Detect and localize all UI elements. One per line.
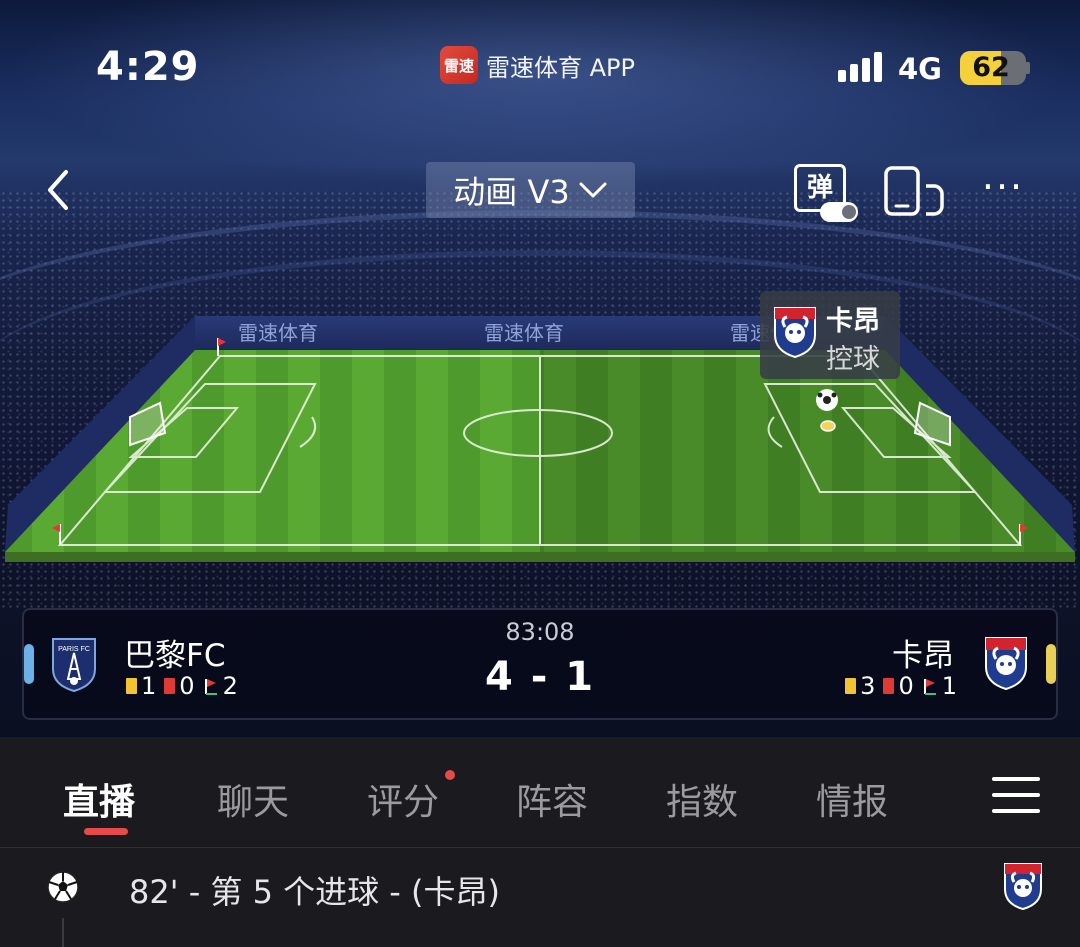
- battery-icon: 62: [960, 51, 1026, 85]
- soccer-ball-icon: [47, 871, 79, 903]
- animation-mode-select[interactable]: 动画 V3: [426, 162, 635, 218]
- chevron-left-icon[interactable]: [42, 168, 82, 212]
- home-team-name[interactable]: 巴黎FC: [124, 630, 225, 675]
- animation-mode-label: 动画 V3: [453, 173, 570, 211]
- caen-crest-icon[interactable]: [983, 635, 1029, 691]
- danmu-toggle-button[interactable]: 弹: [794, 164, 860, 222]
- away-color-marker: [1046, 644, 1056, 684]
- more-options-icon[interactable]: ···: [976, 168, 1030, 212]
- tab-chat[interactable]: 聊天: [217, 773, 289, 825]
- tab-live[interactable]: 直播: [63, 773, 135, 825]
- battery-cap: [1026, 62, 1030, 74]
- match-clock: 83:08: [505, 618, 575, 646]
- hamburger-menu-icon[interactable]: [992, 775, 1040, 815]
- away-team-stats: 3 0 1: [845, 672, 957, 700]
- tab-lineup[interactable]: 阵容: [516, 773, 588, 825]
- away-red-count: 0: [898, 672, 914, 700]
- tab-bar: 直播 聊天 评分 阵容 指数 情报: [0, 737, 1080, 847]
- app-badge: 雷速 雷速体育 APP: [440, 46, 635, 84]
- battery-level: 62: [972, 52, 1010, 83]
- board-text-2: 雷速体育: [484, 322, 564, 345]
- board-text-1: 雷速体育: [238, 322, 318, 345]
- status-time: 4:29: [96, 44, 200, 90]
- app-logo-icon: 雷速: [440, 46, 478, 84]
- app-name: 雷速体育 APP: [486, 53, 635, 82]
- status-bar: 4:29 雷速 雷速体育 APP 4G 62: [0, 0, 1080, 130]
- tab-rating[interactable]: 评分: [367, 773, 439, 825]
- active-tab-indicator: [84, 828, 128, 835]
- red-card-icon: [883, 678, 895, 694]
- svg-text:PARIS FC: PARIS FC: [58, 646, 90, 653]
- event-text: 82' - 第 5 个进球 - (卡昂): [129, 873, 500, 911]
- timeline-line: [62, 918, 64, 947]
- yellow-card-icon: [126, 678, 137, 694]
- network-type: 4G: [898, 52, 942, 86]
- danmu-switch: [820, 202, 858, 222]
- tab-odds[interactable]: 指数: [666, 773, 738, 825]
- home-team-stats: 1 0 2: [126, 672, 238, 700]
- possession-label: 控球: [826, 344, 880, 375]
- away-yellow-count: 3: [860, 672, 876, 700]
- tab-intel[interactable]: 情报: [816, 773, 888, 825]
- corner-flag-icon: [204, 679, 217, 695]
- pitch-animation: 雷速体育 雷速体育 雷速体育: [5, 316, 1075, 562]
- away-team-name[interactable]: 卡昂: [892, 630, 954, 675]
- possession-team: 卡昂: [826, 306, 880, 337]
- rotate-screen-icon[interactable]: [882, 166, 946, 218]
- caen-crest-icon: [1004, 863, 1042, 911]
- home-corner-count: 2: [222, 672, 238, 700]
- home-yellow-count: 1: [141, 672, 157, 700]
- home-color-marker: [24, 644, 34, 684]
- caen-crest-icon: [774, 307, 816, 359]
- possession-tag: 卡昂 控球: [760, 291, 900, 379]
- match-score: 4 - 1: [484, 654, 596, 700]
- yellow-card-icon: [845, 678, 857, 694]
- paris-fc-crest-icon[interactable]: PARIS FC: [50, 635, 98, 693]
- red-card-icon: [164, 678, 176, 694]
- signal-icon: [838, 52, 882, 82]
- home-red-count: 0: [179, 672, 195, 700]
- notification-dot: [445, 770, 455, 780]
- away-corner-count: 1: [941, 672, 957, 700]
- corner-flag-icon: [923, 679, 936, 695]
- chevron-down-icon: [579, 182, 607, 198]
